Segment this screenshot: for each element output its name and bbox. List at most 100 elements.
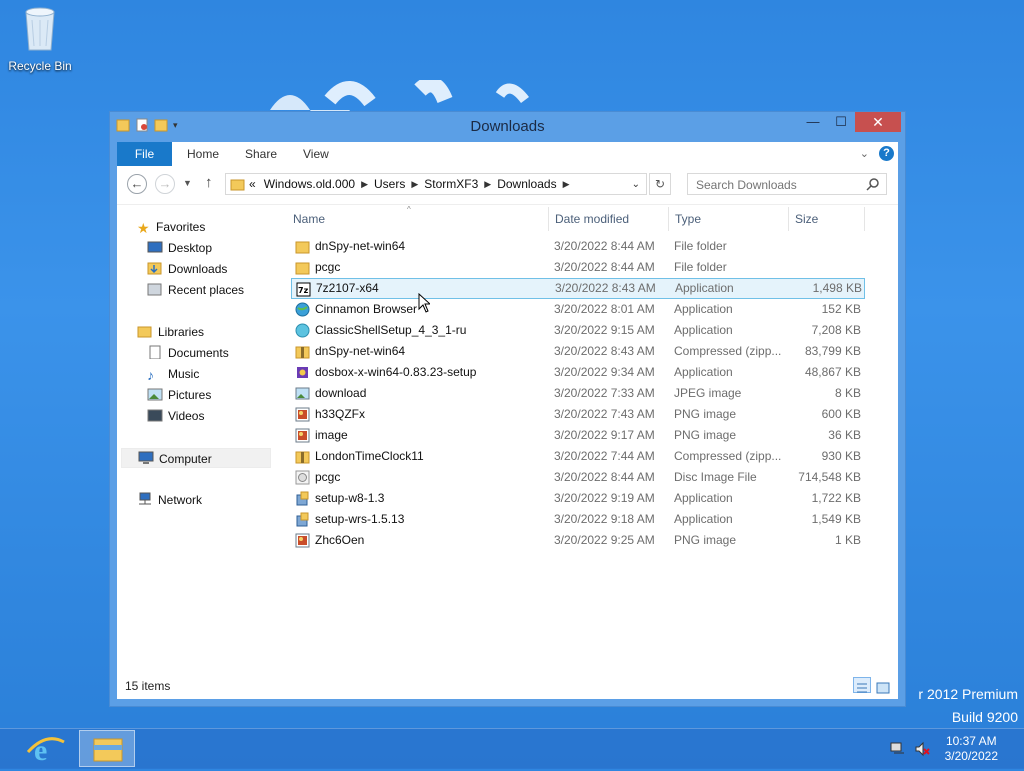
- file-name: dnSpy-net-win64: [315, 239, 406, 253]
- nav-documents[interactable]: Documents: [147, 343, 229, 363]
- column-size-label: Size: [795, 212, 819, 226]
- file-date: 3/20/2022 8:44 AM: [554, 470, 655, 484]
- file-date: 3/20/2022 8:43 AM: [555, 281, 656, 295]
- up-arrow-icon[interactable]: ↑: [205, 174, 213, 191]
- file-row[interactable]: Zhc6Oen 3/20/2022 9:25 AM PNG image 1 KB: [291, 530, 865, 551]
- address-bar[interactable]: « Windows.old.000 ▶ Users ▶ StormXF3 ▶ D…: [225, 173, 647, 195]
- search-input[interactable]: [694, 175, 868, 195]
- tab-home[interactable]: Home: [187, 142, 219, 166]
- breadcrumb-downloads[interactable]: Downloads: [497, 177, 556, 191]
- search-box[interactable]: [687, 173, 887, 195]
- title-bar[interactable]: ▾ Downloads — ☐ ✕: [110, 112, 905, 142]
- item-count: 15 items: [125, 679, 171, 693]
- file-row[interactable]: pcgc 3/20/2022 8:44 AM File folder: [291, 257, 865, 278]
- system-clock[interactable]: 10:37 AM 3/20/2022: [945, 734, 998, 764]
- breadcrumb-separator-icon[interactable]: ▶: [484, 179, 491, 190]
- file-date: 3/20/2022 9:25 AM: [554, 533, 655, 547]
- file-name: pcgc: [315, 260, 341, 274]
- file-size: 1,498 KB: [812, 281, 862, 295]
- large-icons-view-icon: [876, 682, 890, 694]
- column-header-date[interactable]: Date modified: [549, 207, 669, 231]
- nav-network[interactable]: Network: [137, 490, 202, 510]
- file-row[interactable]: dnSpy-net-win64 3/20/2022 8:44 AM File fol…: [291, 236, 865, 257]
- file-row[interactable]: ClassicShellSetup_4_3_1-ru 3/20/2022 9:15…: [291, 320, 865, 341]
- file-row[interactable]: dosbox-x-win64-0.83.23-setup 3/20/2022 9:…: [291, 362, 865, 383]
- file-row[interactable]: setup-wrs-1.5.13 3/20/2022 9:18 AM Applica…: [291, 509, 865, 530]
- file-date: 3/20/2022 7:43 AM: [554, 407, 655, 421]
- breadcrumb-overflow[interactable]: «: [249, 177, 256, 191]
- breadcrumb-users[interactable]: Users: [374, 177, 405, 191]
- breadcrumb-separator-icon[interactable]: ▶: [411, 179, 418, 190]
- taskbar: e 10:37 AM 3/20/2022: [0, 728, 1024, 769]
- maximize-button[interactable]: ☐: [827, 112, 855, 132]
- large-icons-view-button[interactable]: [874, 677, 892, 694]
- back-button[interactable]: ←: [127, 174, 147, 194]
- file-row[interactable]: 7z 7z2107-x64 3/20/2022 8:43 AM Application…: [291, 278, 865, 299]
- libraries-icon: [137, 324, 153, 338]
- file-date: 3/20/2022 9:19 AM: [554, 491, 655, 505]
- png-icon: [295, 428, 310, 443]
- nav-libraries[interactable]: Libraries: [137, 322, 204, 342]
- details-view-button[interactable]: [853, 677, 871, 693]
- file-date: 3/20/2022 9:15 AM: [554, 323, 655, 337]
- file-type: Disc Image File: [674, 470, 757, 484]
- breadcrumb-stormxf3[interactable]: StormXF3: [424, 177, 478, 191]
- file-row[interactable]: download 3/20/2022 7:33 AM JPEG image 8 KB: [291, 383, 865, 404]
- file-date: 3/20/2022 7:33 AM: [554, 386, 655, 400]
- tab-view[interactable]: View: [303, 142, 329, 166]
- column-name-label: Name: [293, 212, 326, 226]
- forward-button[interactable]: →: [155, 174, 175, 194]
- tab-share[interactable]: Share: [245, 142, 277, 166]
- os-watermark-build: Build 9200: [951, 709, 1018, 725]
- minimize-button[interactable]: —: [799, 112, 827, 132]
- file-row[interactable]: setup-w8-1.3 3/20/2022 9:19 AM Application…: [291, 488, 865, 509]
- nav-pictures[interactable]: Pictures: [147, 385, 211, 405]
- file-name: Cinnamon Browser: [315, 302, 418, 316]
- desktop-recycle-bin[interactable]: Recycle Bin: [6, 6, 74, 73]
- nav-favorites[interactable]: ★ Favorites: [137, 217, 205, 237]
- column-header-name[interactable]: Name ^: [287, 205, 549, 231]
- volume-muted-icon[interactable]: [914, 741, 930, 757]
- nav-videos[interactable]: Videos: [147, 406, 204, 426]
- nav-recent-places[interactable]: Recent places: [147, 280, 244, 300]
- file-name: pcgc: [315, 470, 341, 484]
- taskbar-internet-explorer[interactable]: e: [18, 730, 74, 767]
- file-row[interactable]: h33QZFx 3/20/2022 7:43 AM PNG image 600 KB: [291, 404, 865, 425]
- zip-folder-icon: [295, 451, 310, 464]
- png-icon: [295, 533, 310, 548]
- maximize-icon: ☐: [835, 114, 847, 129]
- sort-ascending-icon: ^: [407, 205, 411, 214]
- jpeg-icon: [295, 387, 310, 400]
- file-row[interactable]: dnSpy-net-win64 3/20/2022 8:43 AM Compress…: [291, 341, 865, 362]
- close-button[interactable]: ✕: [855, 112, 901, 132]
- expand-ribbon-icon[interactable]: ⌄: [860, 147, 869, 160]
- address-dropdown-icon[interactable]: ⌄: [632, 179, 640, 190]
- file-size: 7,208 KB: [811, 323, 861, 337]
- nav-music[interactable]: ♪ Music: [147, 364, 199, 384]
- nav-desktop[interactable]: Desktop: [147, 238, 212, 258]
- column-type-label: Type: [675, 212, 702, 226]
- tab-file[interactable]: File: [117, 142, 172, 166]
- nav-computer[interactable]: Computer: [121, 448, 271, 468]
- refresh-button[interactable]: ↻: [649, 173, 671, 195]
- recent-locations-icon[interactable]: ▼: [183, 178, 192, 188]
- file-type: Application: [674, 323, 733, 337]
- nav-label: Pictures: [168, 388, 212, 402]
- file-size: 600 KB: [821, 407, 861, 421]
- window-title: Downloads: [470, 118, 545, 135]
- breadcrumb-windows-old[interactable]: Windows.old.000: [264, 177, 355, 191]
- breadcrumb-separator-icon[interactable]: ▶: [361, 179, 368, 190]
- file-row[interactable]: image 3/20/2022 9:17 AM PNG image 36 KB: [291, 425, 865, 446]
- file-row[interactable]: pcgc 3/20/2022 8:44 AM Disc Image File 714,…: [291, 467, 865, 488]
- breadcrumb-separator-icon[interactable]: ▶: [563, 179, 570, 190]
- column-header-size[interactable]: Size: [789, 207, 865, 231]
- file-row[interactable]: LondonTimeClock11 3/20/2022 7:44 AM Compre…: [291, 446, 865, 467]
- nav-downloads[interactable]: Downloads: [147, 259, 227, 279]
- taskbar-file-explorer[interactable]: [79, 730, 135, 767]
- help-icon[interactable]: ?: [879, 146, 894, 161]
- network-tray-icon[interactable]: [890, 741, 906, 757]
- file-row[interactable]: Cinnamon Browser 3/20/2022 8:01 AM Applica…: [291, 299, 865, 320]
- documents-icon: [147, 345, 163, 360]
- internet-explorer-icon: e: [26, 734, 65, 767]
- column-header-type[interactable]: Type: [669, 207, 789, 231]
